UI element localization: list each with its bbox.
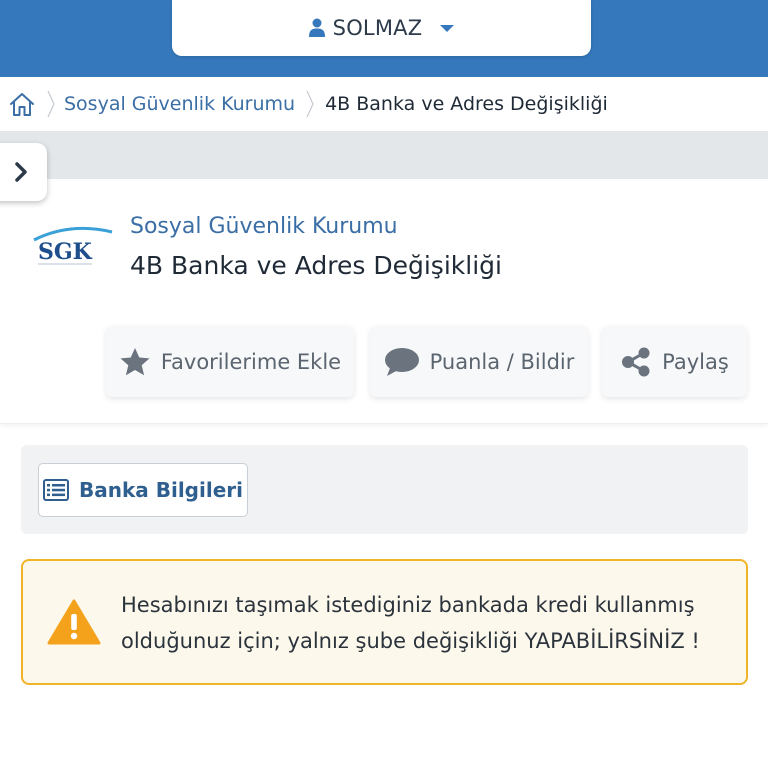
sgk-logo: SGK <box>30 222 114 272</box>
tab-bank-info-label: Banka Bilgileri <box>78 478 243 502</box>
section-divider <box>0 131 768 179</box>
alert-message: Hesabınızı taşımak istediginiz bankada k… <box>121 593 700 653</box>
share-label: Paylaş <box>662 349 729 374</box>
breadcrumb: Sosyal Güvenlik Kurumu 4B Banka ve Adres… <box>0 77 768 131</box>
star-icon <box>119 347 151 377</box>
chevron-right-icon <box>14 161 28 183</box>
rate-report-button[interactable]: Puanla / Bildir <box>370 326 588 397</box>
sidebar-toggle-button[interactable] <box>0 143 47 201</box>
warning-icon <box>47 598 101 646</box>
page-title: 4B Banka ve Adres Değişikliği <box>130 251 502 280</box>
breadcrumb-item-current: 4B Banka ve Adres Değişikliği <box>325 93 608 115</box>
user-menu-button[interactable]: SOLMAZ <box>172 0 591 56</box>
tab-bank-info[interactable]: Banka Bilgileri <box>38 463 248 517</box>
share-button[interactable]: Paylaş <box>602 326 747 397</box>
list-icon <box>42 479 69 501</box>
caret-down-icon <box>440 24 455 32</box>
institution-name[interactable]: Sosyal Güvenlik Kurumu <box>130 214 398 239</box>
logo-text: SGK <box>38 239 93 265</box>
home-icon[interactable] <box>0 77 44 131</box>
user-name: SOLMAZ <box>332 16 423 40</box>
add-favorite-label: Favorilerime Ekle <box>160 349 342 374</box>
breadcrumb-separator <box>44 77 58 131</box>
breadcrumb-item-institution[interactable]: Sosyal Güvenlik Kurumu <box>64 93 295 115</box>
breadcrumb-separator <box>303 77 317 131</box>
user-icon <box>308 18 325 38</box>
add-favorite-button[interactable]: Favorilerime Ekle <box>106 326 354 397</box>
warning-alert: Hesabınızı taşımak istediginiz bankada k… <box>21 559 748 685</box>
comment-icon <box>384 347 420 377</box>
top-bar: SOLMAZ <box>0 0 768 77</box>
rate-report-label: Puanla / Bildir <box>429 349 575 374</box>
share-icon <box>620 347 652 377</box>
